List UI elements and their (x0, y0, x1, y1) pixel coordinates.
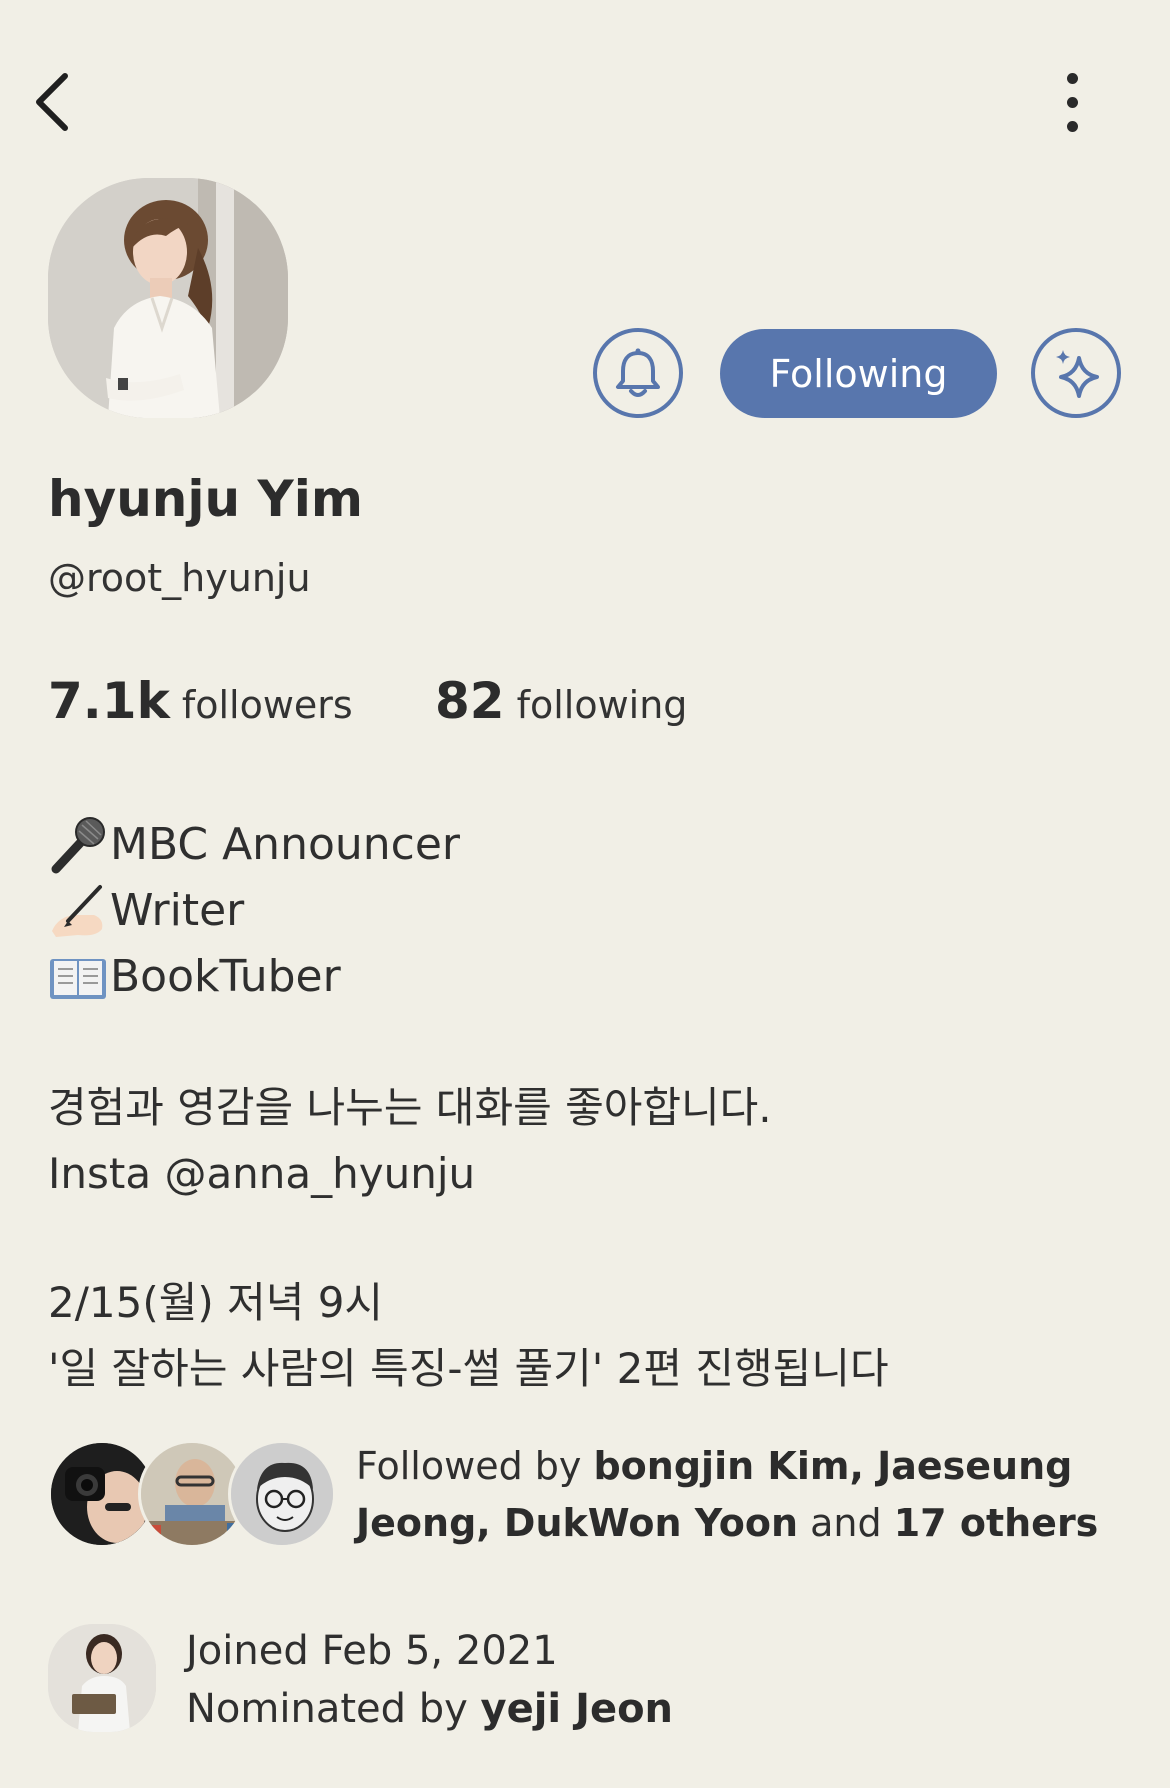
nominated-by: Nominated by yeji Jeon (186, 1680, 673, 1738)
open-book-emoji (48, 947, 108, 1007)
profile-avatar[interactable] (48, 178, 288, 418)
following-label: following (516, 683, 688, 727)
following-count: 82 (435, 672, 505, 730)
nominated-prefix: Nominated by (186, 1686, 468, 1732)
event-title: '일 잘하는 사람의 특징-썰 풀기' 2편 진행됩니다 (48, 1344, 889, 1393)
more-options-button[interactable] (1040, 62, 1104, 142)
avatar (228, 1440, 336, 1548)
followed-by-text: Followed by bongjin Kim, Jaeseung Jeong,… (356, 1438, 1136, 1552)
sparkles-icon (1056, 350, 1099, 398)
bio-text: MBC Announcer (110, 819, 461, 870)
bio-line: MBC Announcer (48, 812, 1128, 878)
bell-icon (616, 348, 660, 397)
joined-date: Joined Feb 5, 2021 (186, 1628, 558, 1674)
followed-by-section[interactable]: Followed by bongjin Kim, Jaeseung Jeong,… (48, 1438, 1138, 1550)
writing-hand-emoji (48, 881, 108, 941)
followed-by-others: 17 others (893, 1501, 1099, 1545)
bio-description-line: 경험과 영감을 나누는 대화를 좋아합니다. (48, 1083, 772, 1132)
nominator-avatar[interactable] (48, 1624, 156, 1732)
sparkle-button[interactable] (1031, 328, 1121, 418)
profile-handle: @root_hyunju (48, 556, 311, 600)
profile-bio: MBC Announcer Writer BookTuber (48, 812, 1128, 1010)
joined-text: Joined Feb 5, 2021 Nominated by yeji Jeo… (186, 1622, 673, 1738)
profile-stats: 7.1k followers 82 following (48, 672, 948, 742)
event-date: 2/15(월) 저녁 9시 (48, 1278, 384, 1327)
bio-line: BookTuber (48, 944, 1128, 1010)
bio-event: 2/15(월) 저녁 9시 '일 잘하는 사람의 특징-썰 풀기' 2편 진행됩… (48, 1270, 889, 1402)
notifications-button[interactable] (593, 328, 683, 418)
following-stat[interactable]: 82 following (435, 672, 687, 730)
nominator-name[interactable]: yeji Jeon (481, 1686, 674, 1732)
bio-line: Writer (48, 878, 1128, 944)
joined-section: Joined Feb 5, 2021 Nominated by yeji Jeo… (48, 1622, 1138, 1734)
mutual-avatars (48, 1440, 348, 1550)
bio-text: BookTuber (110, 951, 341, 1002)
following-button[interactable]: Following (720, 329, 997, 418)
microphone-emoji (48, 815, 108, 875)
followers-count: 7.1k (48, 672, 170, 730)
followed-by-prefix: Followed by (356, 1444, 582, 1488)
chevron-left-icon (36, 73, 68, 131)
back-button[interactable] (18, 62, 88, 142)
profile-name: hyunju Yim (48, 470, 363, 528)
instagram-link[interactable]: Insta @anna_hyunju (48, 1141, 772, 1207)
profile-photo (48, 178, 288, 418)
top-bar (0, 0, 1170, 170)
followers-stat[interactable]: 7.1k followers (48, 672, 353, 730)
bio-description: 경험과 영감을 나누는 대화를 좋아합니다. Insta @anna_hyunj… (48, 1075, 772, 1207)
vertical-dots-icon (1066, 72, 1078, 84)
profile-actions: Following (593, 328, 1123, 420)
followers-label: followers (181, 683, 353, 727)
followed-by-connector: and (810, 1501, 882, 1545)
bio-text: Writer (110, 885, 245, 936)
